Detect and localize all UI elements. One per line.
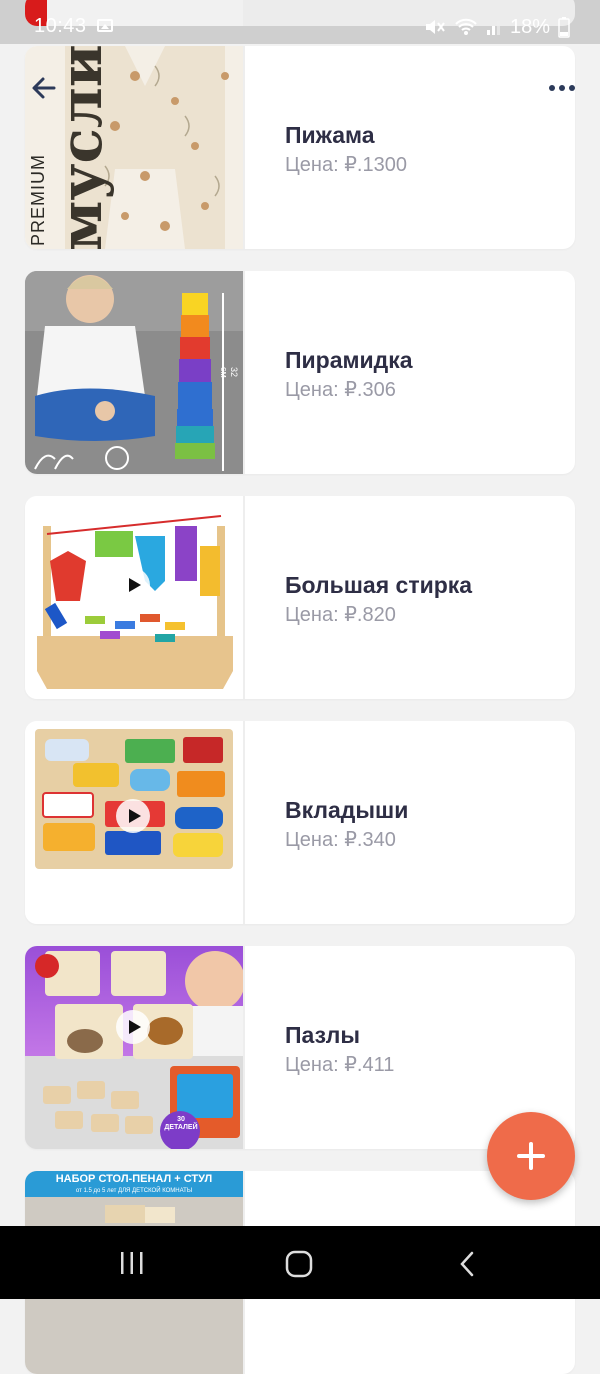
video-play-icon [116,1010,150,1044]
product-name: Пижама [285,122,375,148]
height-label: 32 см [219,367,239,378]
product-card[interactable]: Вкладыши Цена: ₽.340 [25,721,575,924]
wifi-icon [455,18,477,35]
product-card[interactable]: Большая стирка Цена: ₽.820 [25,496,575,699]
product-thumbnail: 30 деталей [25,946,245,1149]
add-product-button[interactable] [487,1112,575,1200]
premium-badge-text: PREMIUM [28,154,48,246]
product-thumbnail [25,496,245,699]
back-arrow-icon[interactable] [28,72,60,104]
product-price: Цена: ₽.820 [285,604,396,626]
battery-icon [558,17,570,38]
product-price: Цена: ₽.306 [285,379,396,401]
video-play-icon [116,568,150,602]
mute-icon [425,20,445,34]
recent-apps-icon[interactable] [118,1250,146,1276]
product-name: Пирамидка [285,347,413,373]
banner-title: НАБОР СТОЛ-ПЕНАЛ + СТУЛ [55,1173,213,1185]
battery-percent: 18% [509,15,550,38]
product-price: Цена: ₽.340 [285,829,396,851]
status-time: 10:43 [34,15,87,37]
more-options-icon[interactable] [548,80,576,96]
system-navigation-bar [0,1226,600,1299]
product-price: Цена: ₽.411 [285,1054,395,1076]
product-thumbnail [25,721,245,924]
back-nav-icon[interactable] [456,1250,480,1278]
product-name: Пазлы [285,1022,360,1048]
product-name: Вкладыши [285,797,409,823]
product-card[interactable]: 30 деталей Пазлы Цена: ₽.411 [25,946,575,1149]
product-card[interactable]: PREMIUM муслин Пижама Цена: ₽.1300 [25,46,575,249]
image-notification-icon [97,19,113,32]
video-play-icon [116,799,150,833]
product-thumbnail: 32 см [25,271,245,474]
banner-subtitle: от 1.5 до 5 лет ДЛЯ ДЕТСКОЙ КОМНАТЫ [75,1188,193,1194]
product-price: Цена: ₽.1300 [285,154,407,176]
product-card[interactable]: 32 см Пирамидка Цена: ₽.306 [25,271,575,474]
product-name: Большая стирка [285,572,473,598]
pieces-badge: 30 деталей [164,1116,198,1131]
product-banner: НАБОР СТОЛ-ПЕНАЛ + СТУЛ от 1.5 до 5 лет … [25,1171,243,1197]
signal-icon [486,21,500,35]
home-icon[interactable] [284,1250,314,1278]
status-bar: 10:43 18% [0,0,600,44]
